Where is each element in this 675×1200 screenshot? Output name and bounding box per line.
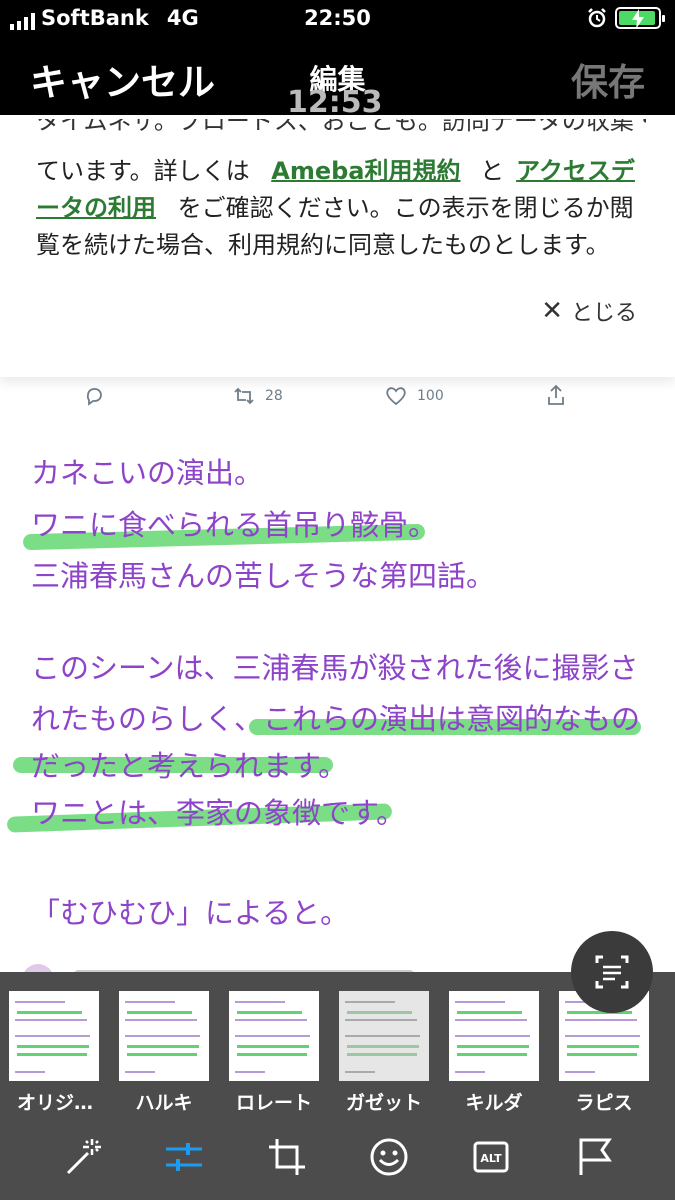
filter-label[interactable]: ラピス [549, 1088, 659, 1115]
consent-text-mid: と [480, 157, 505, 185]
heart-icon [386, 387, 406, 406]
like-button[interactable]: 100 [385, 386, 444, 406]
reply-button[interactable] [84, 386, 104, 406]
adjust-sliders-icon[interactable] [162, 1135, 206, 1179]
filter-thumb-gazette[interactable] [339, 991, 429, 1081]
scan-text-icon [595, 955, 629, 989]
filter-label[interactable]: ハルキ [109, 1088, 219, 1115]
close-label: とじる [570, 301, 637, 326]
filter-thumb-original[interactable] [9, 991, 99, 1081]
retweet-count: 28 [265, 388, 283, 404]
status-time: 22:50 [304, 6, 371, 30]
clipped-consent-line: タイムネザ。ブロードス、おことも。訪問データの収集・利用して [36, 119, 646, 135]
article-line: ワニに食べられる首吊り骸骨。 [31, 508, 438, 542]
consent-text: ています。詳しくは Ameba利用規約 とアクセスデータの利用 をご確認ください… [36, 153, 646, 264]
consent-banner: 12:53 タイムネザ。ブロードス、おことも。訪問データの収集・利用して ていま… [0, 85, 675, 377]
article-line: れたものらしく、これらの演出は意図的なもの [31, 702, 641, 736]
article-line: カネこいの演出。 [31, 456, 264, 490]
alarm-icon [588, 8, 606, 28]
faded-time-text: 12:53 [287, 85, 383, 120]
save-button[interactable]: 保存 [571, 52, 645, 106]
battery-icon [615, 7, 665, 29]
reply-icon [86, 388, 102, 406]
article-line: このシーンは、三浦春馬が殺された後に撮影さ [31, 651, 639, 685]
status-bar: SoftBank 4G 22:50 [0, 4, 675, 34]
close-icon: ✕ [541, 296, 563, 326]
share-icon [548, 384, 564, 405]
flag-icon[interactable] [573, 1135, 617, 1179]
article-line: だったと考えられます。 [31, 749, 348, 783]
filter-thumb-kilda[interactable] [449, 991, 539, 1081]
filter-thumb-loreto[interactable] [229, 991, 319, 1081]
ameba-terms-link[interactable]: Ameba利用規約 [271, 157, 460, 185]
article-line: 「むひむひ」によると。 [31, 896, 350, 930]
edit-toolbar: ALT [0, 1129, 675, 1189]
filter-label[interactable]: キルダ [439, 1088, 549, 1115]
magic-wand-icon[interactable] [62, 1135, 106, 1179]
retweet-button[interactable]: 28 [233, 386, 283, 406]
article-line: 三浦春馬さんの苦しそうな第四話。 [31, 559, 496, 593]
cancel-button[interactable]: キャンセル [30, 52, 215, 106]
text-recognition-button[interactable] [571, 931, 653, 1013]
article-line: ワニとは、李家の象徴です。 [31, 796, 406, 830]
svg-text:ALT: ALT [480, 1152, 502, 1165]
alt-text-icon[interactable]: ALT [469, 1135, 513, 1179]
close-consent-button[interactable]: ✕ とじる [541, 295, 637, 327]
filter-label[interactable]: ガゼット [329, 1088, 439, 1115]
filter-thumb-haruki[interactable] [119, 991, 209, 1081]
share-button[interactable] [546, 384, 566, 406]
filter-label[interactable]: ロレート [219, 1088, 329, 1115]
tweet-actions: 28 100 [0, 378, 675, 416]
like-count: 100 [417, 388, 444, 404]
emoji-icon[interactable] [367, 1135, 411, 1179]
retweet-icon [234, 387, 254, 405]
crop-icon[interactable] [265, 1135, 309, 1179]
consent-text-before: ています。詳しくは [36, 157, 250, 185]
filter-label[interactable]: オリジ… [0, 1088, 110, 1115]
